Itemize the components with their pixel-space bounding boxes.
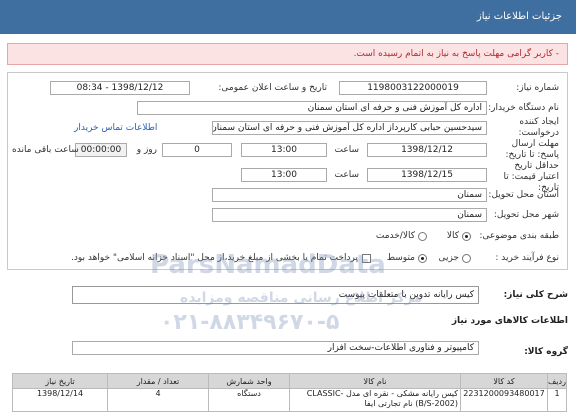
category-option-goods: کالا — [446, 231, 459, 241]
city-label: شهر محل تحویل: — [493, 210, 559, 220]
creator-field[interactable]: سیدحسین حبابی کارپرداز اداره کل آموزش فن… — [212, 121, 487, 135]
page-title: جزئیات اطلاعات نیاز — [476, 11, 562, 22]
watermark-subtitle: مرکز اطلاع رسانی مناقصه ومزایده — [180, 290, 422, 306]
deadline-time-label: ساعت — [334, 145, 360, 155]
deadline-label: مهلت ارسال پاسخ: تا تاریخ: — [505, 139, 559, 160]
goods-group-field[interactable]: کامپیوتر و فناوری اطلاعات-سخت افزار — [72, 341, 479, 355]
category-option-goods-service: کالا/خدمت — [375, 231, 415, 241]
need-details-panel: شماره نیاز: 1198003122000019 تاریخ و ساع… — [7, 72, 568, 270]
goods-table: ردیف کد کالا نام کالا واحد شمارش تعداد /… — [12, 373, 567, 412]
announce-field[interactable]: 1398/12/12 - 08:34 — [50, 81, 190, 95]
col-name: نام کالا — [289, 373, 461, 389]
remaining-time-field: 00:00:00 — [75, 143, 127, 157]
cell-name: کیس رایانه مشکی - نقره ای مدل CLASSIC-(B… — [289, 388, 461, 412]
expired-alert: - کاربر گرامی مهلت پاسخ به نیاز به اتمام… — [7, 43, 568, 65]
validity-time-label: ساعت — [334, 170, 360, 180]
watermark-logo: ParsNamadData — [150, 250, 386, 280]
remaining-label: ساعت باقی مانده — [12, 145, 79, 155]
table-row[interactable]: 1 2231200093480017 کیس رایانه مشکی - نقر… — [12, 388, 567, 412]
creator-label: ایجاد کننده درخواست: — [518, 117, 559, 138]
cell-date: 1398/12/14 — [12, 388, 108, 412]
description-label: شرح کلی نیاز: — [503, 290, 568, 300]
cell-row: 1 — [547, 388, 567, 412]
col-qty: تعداد / مقدار — [107, 373, 209, 389]
contact-link[interactable]: اطلاعات تماس خریدار — [74, 123, 157, 133]
city-field[interactable]: سمنان — [212, 208, 487, 222]
page-header: جزئیات اطلاعات نیاز — [0, 0, 576, 34]
col-code: کد کالا — [460, 373, 548, 389]
buyer-label: نام دستگاه خریدار: — [488, 103, 559, 113]
need-number-field[interactable]: 1198003122000019 — [339, 81, 487, 95]
province-field[interactable]: سمنان — [212, 188, 487, 202]
purchase-option-partial: جزیی — [438, 253, 459, 263]
cell-code: 2231200093480017 — [460, 388, 548, 412]
buyer-field[interactable]: اداره کل آموزش فنی و حرفه ای استان سمنان — [137, 101, 487, 115]
watermark-phone: ۰۲۱-۸۸۳۴۹۶۷۰-۵ — [160, 310, 340, 335]
days-field[interactable]: 0 — [162, 143, 232, 157]
province-label: استان محل تحویل: — [488, 190, 559, 200]
category-radio-goods[interactable] — [462, 232, 471, 241]
cell-unit: دستگاه — [208, 388, 290, 412]
deadline-date-field[interactable]: 1398/12/12 — [367, 143, 487, 157]
purchase-label: نوع فرآیند خرید : — [495, 253, 559, 263]
purchase-option-medium: متوسط — [386, 253, 415, 263]
category-label: طبقه بندی موضوعی: — [479, 231, 559, 241]
purchase-radio-partial[interactable] — [462, 254, 471, 263]
validity-time-field[interactable]: 13:00 — [241, 168, 327, 182]
col-row: ردیف — [547, 373, 567, 389]
table-header-row: ردیف کد کالا نام کالا واحد شمارش تعداد /… — [12, 373, 567, 389]
cell-qty: 4 — [107, 388, 209, 412]
deadline-time-field[interactable]: 13:00 — [241, 143, 327, 157]
goods-group-label: گروه کالا: — [524, 347, 568, 357]
validity-date-field[interactable]: 1398/12/15 — [367, 168, 487, 182]
need-number-label: شماره نیاز: — [516, 83, 559, 93]
alert-text: - کاربر گرامی مهلت پاسخ به نیاز به اتمام… — [353, 49, 559, 59]
purchase-radio-medium[interactable] — [418, 254, 427, 263]
announce-label: تاریخ و ساعت اعلان عمومی: — [218, 83, 327, 93]
col-unit: واحد شمارش — [208, 373, 290, 389]
category-radio-goods-service[interactable] — [418, 232, 427, 241]
days-label: روز و — [136, 145, 157, 155]
goods-section-title: اطلاعات کالاهای مورد نیاز — [451, 316, 568, 326]
col-date: تاریخ نیاز — [12, 373, 108, 389]
